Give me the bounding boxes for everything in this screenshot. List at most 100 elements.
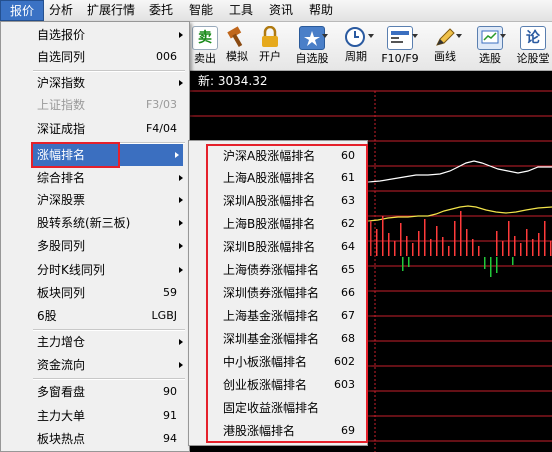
submenu-item-shortcut: 69: [341, 424, 355, 437]
menu-item-neeq[interactable]: 股转系统(新三板): [3, 212, 187, 234]
submenu-item-fixed-income[interactable]: 固定收益涨幅排名: [209, 397, 359, 419]
menu-item-label: 涨幅排名: [37, 148, 86, 162]
menu-analysis[interactable]: 分析: [44, 0, 78, 21]
menu-item-watchlist-columns[interactable]: 自选同列 006: [3, 46, 187, 68]
volume-bar-up: [508, 221, 510, 256]
submenu-item-sz-fund[interactable]: 深圳基金涨幅排名 68: [209, 328, 359, 350]
submenu-item-label: 深圳债券涨幅排名: [223, 286, 320, 300]
sell-button[interactable]: 卖 卖出: [191, 24, 219, 68]
f10-dropdown-icon[interactable]: [412, 34, 418, 38]
volume-bar-down: [490, 257, 492, 277]
volume-bar-up: [514, 236, 516, 256]
menu-trade[interactable]: 委托: [144, 0, 178, 21]
menu-news[interactable]: 资讯: [264, 0, 298, 21]
menu-item-sh-sz-index[interactable]: 沪深指数: [3, 72, 187, 94]
forum-icon: 论: [520, 26, 546, 50]
draw-line-dropdown-icon[interactable]: [456, 34, 462, 38]
menu-item-shanghai-index: 上证指数 F3/03: [3, 94, 187, 116]
volume-bar-up: [496, 231, 498, 256]
submenu-item-sh-b[interactable]: 上海B股涨幅排名 62: [209, 213, 359, 235]
submenu-item-shortcut: 67: [341, 309, 355, 322]
menu-item-multi-stock[interactable]: 多股同列: [3, 235, 187, 257]
volume-bar-up: [430, 239, 432, 256]
volume-bar-up: [502, 241, 504, 256]
volume-bar-down: [512, 257, 514, 265]
simulate-label: 模拟: [226, 50, 248, 63]
stock-picker-dropdown-icon[interactable]: [500, 34, 506, 38]
submenu-item-sh-fund[interactable]: 上海基金涨幅排名 67: [209, 305, 359, 327]
menu-item-main-force[interactable]: 主力增仓: [3, 331, 187, 353]
submenu-item-hk-stocks[interactable]: 港股涨幅排名 69: [209, 420, 359, 442]
menu-item-shenzhen-index[interactable]: 深证成指 F4/04: [3, 118, 187, 140]
f10-button[interactable]: F10/F9: [380, 24, 420, 68]
volume-bar-down: [496, 257, 498, 273]
stock-picker-button[interactable]: 选股: [470, 24, 510, 68]
menu-item-capital-flow[interactable]: 资金流向: [3, 354, 187, 376]
volume-bar-down: [408, 257, 410, 267]
submenu-item-sh-a[interactable]: 上海A股涨幅排名 61: [209, 167, 359, 189]
menu-item-shortcut: 006: [156, 50, 177, 63]
submenu-item-shortcut: 603: [334, 378, 355, 391]
menu-item-gain-ranking[interactable]: 涨幅排名: [33, 144, 183, 166]
watchlist-button[interactable]: 自选股: [292, 24, 332, 68]
forum-button[interactable]: 论 论股堂: [514, 24, 552, 68]
menu-smart[interactable]: 智能: [184, 0, 218, 21]
open-account-button[interactable]: 开户: [255, 24, 285, 68]
menu-item-timeshare-kline[interactable]: 分时K线同列: [3, 259, 187, 281]
draw-line-button[interactable]: 画线: [426, 24, 464, 68]
menu-item-label: 分时K线同列: [37, 263, 105, 277]
menu-extended-quotes[interactable]: 扩展行情: [82, 0, 140, 21]
submenu-item-sz-a[interactable]: 深圳A股涨幅排名 63: [209, 190, 359, 212]
menu-quote[interactable]: 报价: [0, 0, 44, 21]
menu-item-sector-columns[interactable]: 板块同列 59: [3, 282, 187, 304]
volume-bar-up: [520, 243, 522, 256]
menu-item-multi-window[interactable]: 多窗看盘 90: [3, 381, 187, 403]
lock-icon: [258, 25, 282, 48]
menu-item-label: 股转系统(新三板): [37, 216, 131, 230]
menu-item-watchlist-quotes[interactable]: 自选报价: [3, 24, 187, 46]
submenu-item-sz-b[interactable]: 深圳B股涨幅排名 64: [209, 236, 359, 258]
menu-item-label: 综合排名: [37, 171, 86, 185]
submenu-item-shsz-a[interactable]: 沪深A股涨幅排名 60: [209, 145, 359, 167]
volume-bar-up: [550, 241, 552, 256]
submenu-item-label: 上海B股涨幅排名: [223, 217, 316, 231]
volume-bar-up: [526, 229, 528, 256]
watchlist-dropdown-icon[interactable]: [322, 34, 328, 38]
menu-item-label: 沪深股票: [37, 193, 86, 207]
menu-item-composite-ranking[interactable]: 综合排名: [3, 167, 187, 189]
menu-help[interactable]: 帮助: [304, 0, 338, 21]
price-line: [367, 160, 552, 183]
submenu-item-sme[interactable]: 中小板涨幅排名 602: [209, 351, 359, 373]
period-dropdown-icon[interactable]: [368, 34, 374, 38]
submenu-item-label: 深圳B股涨幅排名: [223, 240, 316, 254]
menu-item-label: 自选同列: [37, 50, 86, 64]
volume-bar-up: [532, 239, 534, 256]
submenu-arrow-icon: [179, 32, 183, 38]
submenu-item-shortcut: 61: [341, 171, 355, 184]
simulate-button[interactable]: 模拟: [221, 24, 253, 68]
menu-item-label: 主力增仓: [37, 335, 86, 349]
menu-item-label: 6股: [37, 309, 57, 323]
period-button[interactable]: 周期: [338, 24, 374, 68]
submenu-item-label: 上海基金涨幅排名: [223, 309, 320, 323]
draw-line-label: 画线: [434, 50, 456, 63]
volume-bar-down: [402, 257, 404, 271]
menu-item-big-orders[interactable]: 主力大单 91: [3, 405, 187, 427]
submenu-item-chinext[interactable]: 创业板涨幅排名 603: [209, 374, 359, 396]
submenu-item-label: 深圳基金涨幅排名: [223, 332, 320, 346]
submenu-item-sh-bond[interactable]: 上海债券涨幅排名 65: [209, 259, 359, 281]
menu-item-sh-sz-stocks[interactable]: 沪深股票: [3, 189, 187, 211]
volume-bar-up: [460, 211, 462, 256]
pencil-icon: [433, 26, 457, 48]
menu-tools[interactable]: 工具: [224, 0, 258, 21]
volume-bar-up: [400, 223, 402, 256]
submenu-arrow-icon: [179, 339, 183, 345]
volume-bar-down: [484, 257, 486, 269]
menu-item-sector-hotspots[interactable]: 板块热点 94: [3, 428, 187, 450]
menu-item-label: 板块同列: [37, 286, 86, 300]
stock-picker-label: 选股: [479, 52, 501, 65]
f10-label: F10/F9: [381, 52, 419, 65]
submenu-item-sz-bond[interactable]: 深圳债券涨幅排名 66: [209, 282, 359, 304]
submenu-item-shortcut: 62: [341, 217, 355, 230]
menu-item-six-stocks[interactable]: 6股 LGBJ: [3, 305, 187, 327]
